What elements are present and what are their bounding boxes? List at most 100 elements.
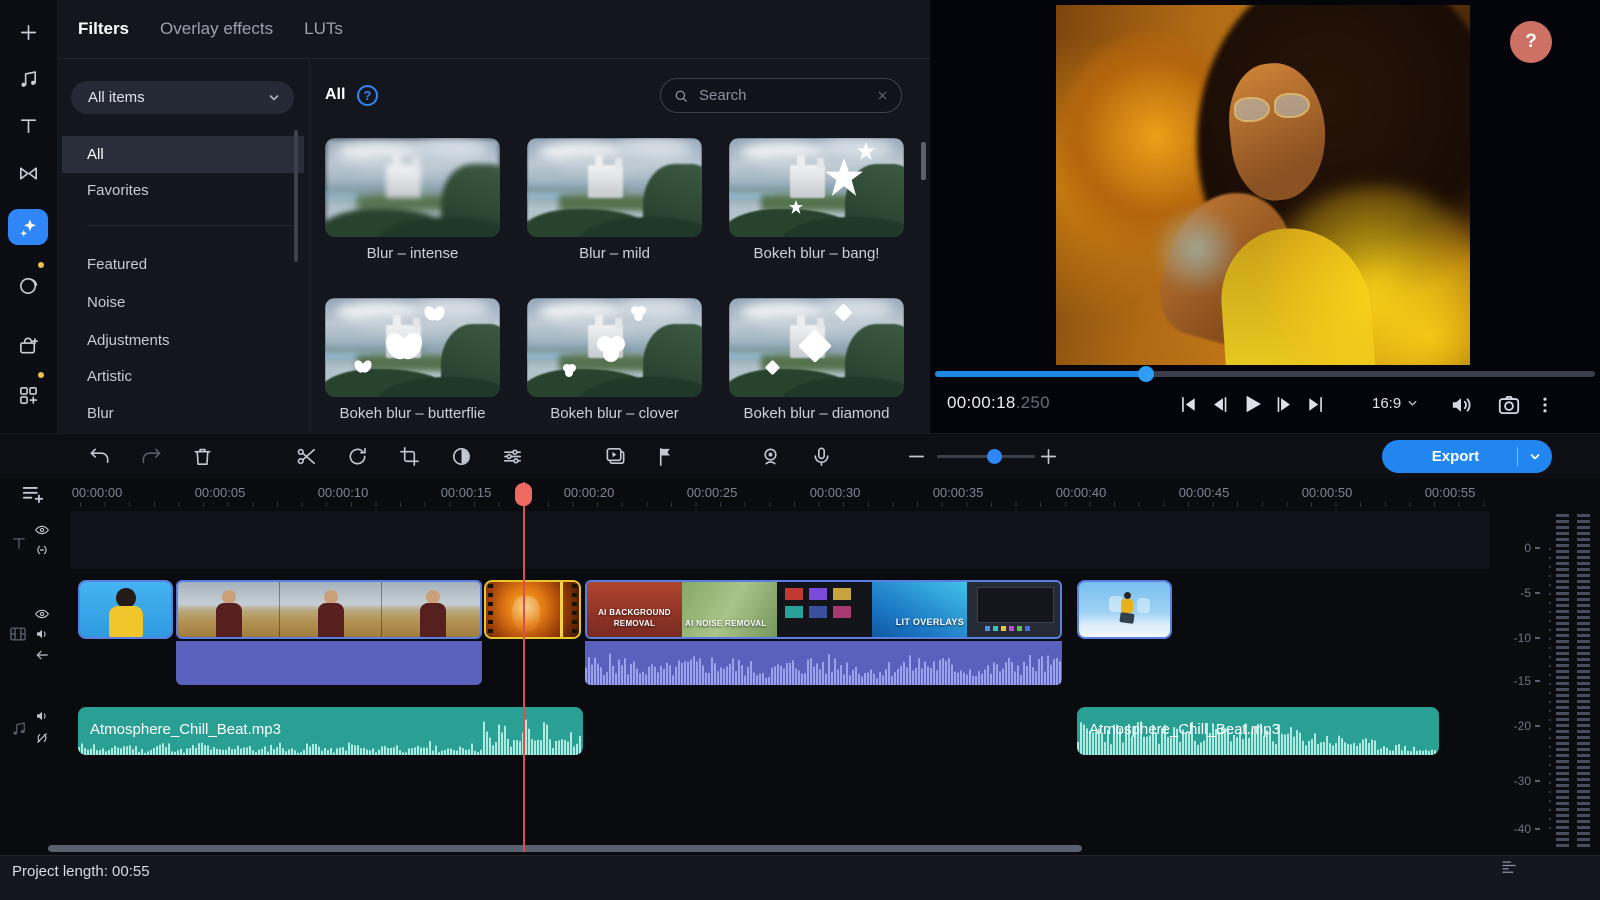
zoom-out-button[interactable]	[905, 445, 928, 468]
search-input[interactable]	[697, 86, 868, 105]
audio-track-icon	[10, 720, 28, 738]
crop-button[interactable]	[398, 445, 421, 468]
video-track-arrow-toggle[interactable]	[34, 647, 50, 663]
ruler-label: 00:00:55	[1425, 485, 1476, 500]
ruler-label: 00:00:45	[1179, 485, 1230, 500]
redo-button[interactable]	[140, 445, 163, 468]
voice-record-button[interactable]	[810, 445, 833, 468]
collection-dropdown-value: All items	[88, 89, 145, 106]
clear-search-icon[interactable]	[876, 89, 889, 102]
category-artistic[interactable]: Artistic	[62, 358, 304, 395]
video-track-mute-toggle[interactable]	[34, 626, 50, 642]
video-clip-2[interactable]	[176, 580, 482, 639]
delete-button[interactable]	[191, 445, 214, 468]
category-scrollbar[interactable]	[294, 130, 298, 262]
audio-clip-1[interactable]: Atmosphere_Chill_Beat.mp3	[78, 707, 583, 755]
category-featured[interactable]: Featured	[62, 246, 304, 283]
skip-to-start-button[interactable]	[1177, 393, 1200, 416]
timeline-zoom-slider[interactable]	[937, 455, 1035, 458]
export-button[interactable]: Export	[1382, 440, 1552, 473]
title-track-visibility-toggle[interactable]	[34, 522, 50, 538]
speaker-icon	[1448, 392, 1474, 418]
trash-icon	[191, 445, 214, 468]
level-meter-toggle-icon[interactable]	[1500, 858, 1518, 876]
clip-art	[80, 582, 171, 637]
tab-filters[interactable]: Filters	[78, 19, 129, 39]
audio-track-mute-toggle[interactable]	[34, 708, 50, 724]
filters-tool-button[interactable]	[8, 209, 48, 245]
add-media-button[interactable]	[0, 12, 57, 52]
import-tool-button[interactable]	[0, 325, 57, 365]
video-clip-1[interactable]	[78, 580, 173, 639]
help-button[interactable]: ?	[1510, 21, 1552, 63]
filters-scrollbar[interactable]	[921, 142, 926, 180]
title-track[interactable]	[70, 511, 1490, 569]
notification-dot	[38, 372, 44, 378]
plus-icon	[1037, 445, 1060, 468]
seek-handle[interactable]	[1138, 366, 1154, 382]
title-track-link-toggle[interactable]	[34, 542, 50, 558]
filter-thumbnail-blur-mild[interactable]	[527, 138, 702, 237]
timeline-zoom-handle[interactable]	[987, 449, 1002, 464]
elements-tool-button[interactable]	[0, 375, 57, 415]
transitions-tool-button[interactable]	[0, 153, 57, 193]
snapshot-button[interactable]	[1496, 392, 1522, 418]
crop-icon	[398, 445, 421, 468]
chevron-down-icon	[1529, 451, 1541, 463]
grid-plus-icon	[17, 384, 40, 407]
timeline-ruler[interactable]: 00:00:00 00:00:05 00:00:10 00:00:15 00:0…	[70, 478, 1492, 507]
category-all[interactable]: All	[62, 136, 304, 173]
tab-luts[interactable]: LUTs	[304, 19, 343, 39]
video-clip-4[interactable]: AI BACKGROUND REMOVAL AI NOISE REMOVAL L…	[585, 580, 1062, 639]
category-adjustments[interactable]: Adjustments	[62, 322, 304, 359]
zoom-in-button[interactable]	[1037, 445, 1060, 468]
split-button[interactable]	[295, 445, 318, 468]
add-track-button[interactable]	[20, 482, 46, 508]
tab-overlay-effects[interactable]: Overlay effects	[160, 19, 273, 39]
skip-to-end-button[interactable]	[1304, 393, 1327, 416]
stickers-tool-button[interactable]	[0, 265, 57, 305]
seek-bar[interactable]	[935, 371, 1595, 377]
preview-panel: ? 00:00:18.250 16:9	[930, 0, 1600, 433]
filter-thumbnail-bokeh-bang[interactable]	[729, 138, 904, 237]
video-track-visibility-toggle[interactable]	[34, 606, 50, 622]
scissors-icon	[295, 445, 318, 468]
category-noise[interactable]: Noise	[62, 284, 304, 321]
video-clip-2-linked-audio[interactable]	[176, 641, 482, 685]
rotate-button[interactable]	[346, 445, 369, 468]
chevron-down-icon	[1407, 398, 1418, 409]
audio-clip-2[interactable]: Atmosphere_Chill_Beat.mp3	[1077, 707, 1439, 755]
webcam-capture-button[interactable]	[759, 445, 782, 468]
filter-thumbnail-bokeh-clover[interactable]	[527, 298, 702, 397]
titles-tool-button[interactable]	[0, 105, 57, 145]
video-clip-3-selected[interactable]	[484, 580, 581, 639]
next-frame-button[interactable]	[1273, 393, 1296, 416]
castle-art	[325, 298, 500, 397]
category-favorites[interactable]: Favorites	[62, 172, 304, 209]
clip-properties-button[interactable]	[501, 445, 524, 468]
filter-thumbnail-bokeh-butterflies[interactable]	[325, 298, 500, 397]
collection-dropdown[interactable]: All items	[71, 81, 294, 114]
speaker-icon	[34, 708, 50, 724]
volume-button[interactable]	[1448, 392, 1474, 418]
filter-thumbnail-bokeh-diamond[interactable]	[729, 298, 904, 397]
category-blur[interactable]: Blur	[62, 395, 304, 432]
filter-thumbnail-blur-intense[interactable]	[325, 138, 500, 237]
meter-label-row: -30	[1490, 774, 1540, 788]
help-tooltip-icon[interactable]: ?	[357, 85, 378, 106]
overlay-button[interactable]	[604, 445, 627, 468]
more-options-button[interactable]	[1535, 392, 1555, 418]
export-options-chevron[interactable]	[1518, 451, 1552, 463]
marker-button[interactable]	[655, 445, 678, 468]
play-button[interactable]	[1239, 391, 1265, 417]
audio-tool-button[interactable]	[0, 59, 57, 99]
audio-track-unlink-toggle[interactable]	[34, 730, 50, 746]
playhead-handle[interactable]	[515, 483, 532, 506]
undo-button[interactable]	[88, 445, 111, 468]
video-clip-4-linked-audio[interactable]	[585, 641, 1062, 685]
color-adjustments-button[interactable]	[450, 445, 473, 468]
aspect-ratio-dropdown[interactable]: 16:9	[1366, 394, 1424, 413]
previous-frame-button[interactable]	[1208, 393, 1231, 416]
video-clip-5[interactable]	[1077, 580, 1172, 639]
timeline-horizontal-scrollbar[interactable]	[48, 845, 1082, 852]
